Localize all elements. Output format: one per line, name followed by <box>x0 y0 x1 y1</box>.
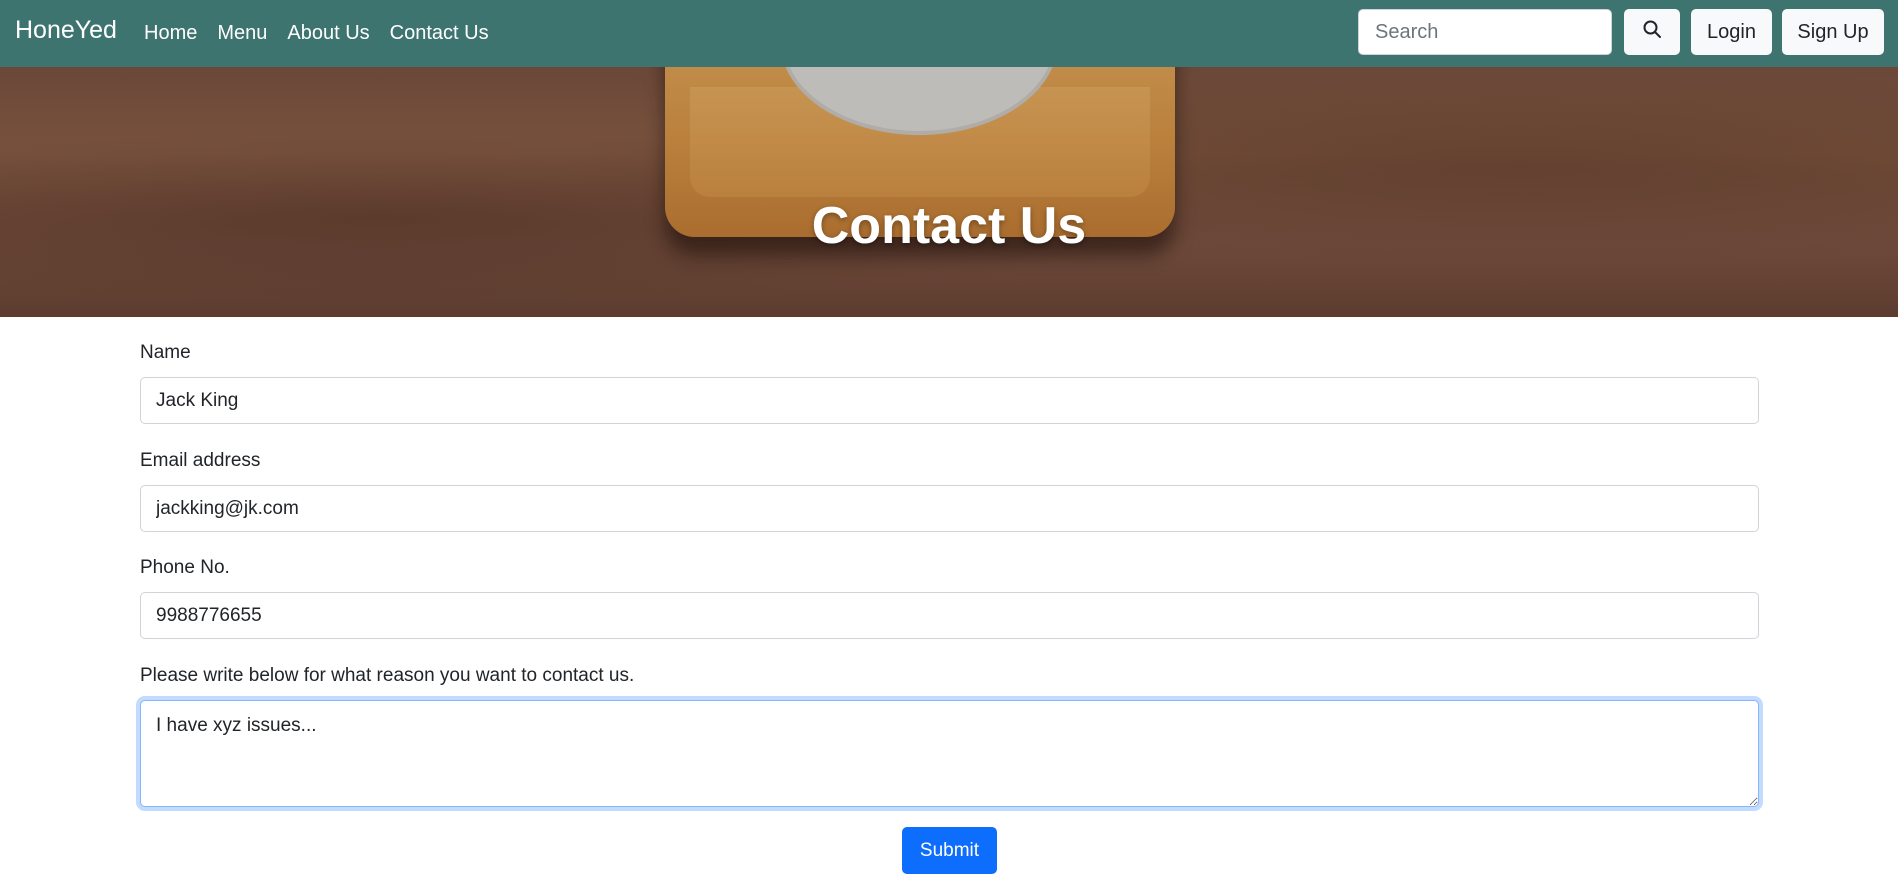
page-title: Contact Us <box>811 197 1087 255</box>
email-field[interactable] <box>140 485 1759 532</box>
reason-textarea[interactable]: I have xyz issues... <box>140 700 1759 807</box>
name-label: Name <box>140 342 191 363</box>
nav-link-about-us[interactable]: About Us <box>287 20 369 46</box>
navbar: HoneYed Home Menu About Us Contact Us Lo… <box>0 0 1898 67</box>
login-button[interactable]: Login <box>1691 9 1772 55</box>
nav-link-home[interactable]: Home <box>144 20 197 46</box>
reason-label: Please write below for what reason you w… <box>140 665 635 686</box>
name-field[interactable] <box>140 377 1759 424</box>
signup-button[interactable]: Sign Up <box>1782 9 1884 55</box>
email-label: Email address <box>140 450 261 471</box>
nav-link-menu[interactable]: Menu <box>217 20 267 46</box>
phone-field[interactable] <box>140 592 1759 639</box>
search-button[interactable] <box>1624 9 1680 55</box>
hero-banner: Contact Us <box>0 67 1898 317</box>
search-icon <box>1642 19 1662 45</box>
nav-links: Home Menu About Us Contact Us <box>144 20 509 46</box>
brand-logo[interactable]: HoneYed <box>15 16 117 45</box>
search-input[interactable] <box>1358 9 1612 55</box>
nav-link-contact-us[interactable]: Contact Us <box>390 20 489 46</box>
submit-button[interactable]: Submit <box>902 827 997 874</box>
phone-label: Phone No. <box>140 557 230 578</box>
